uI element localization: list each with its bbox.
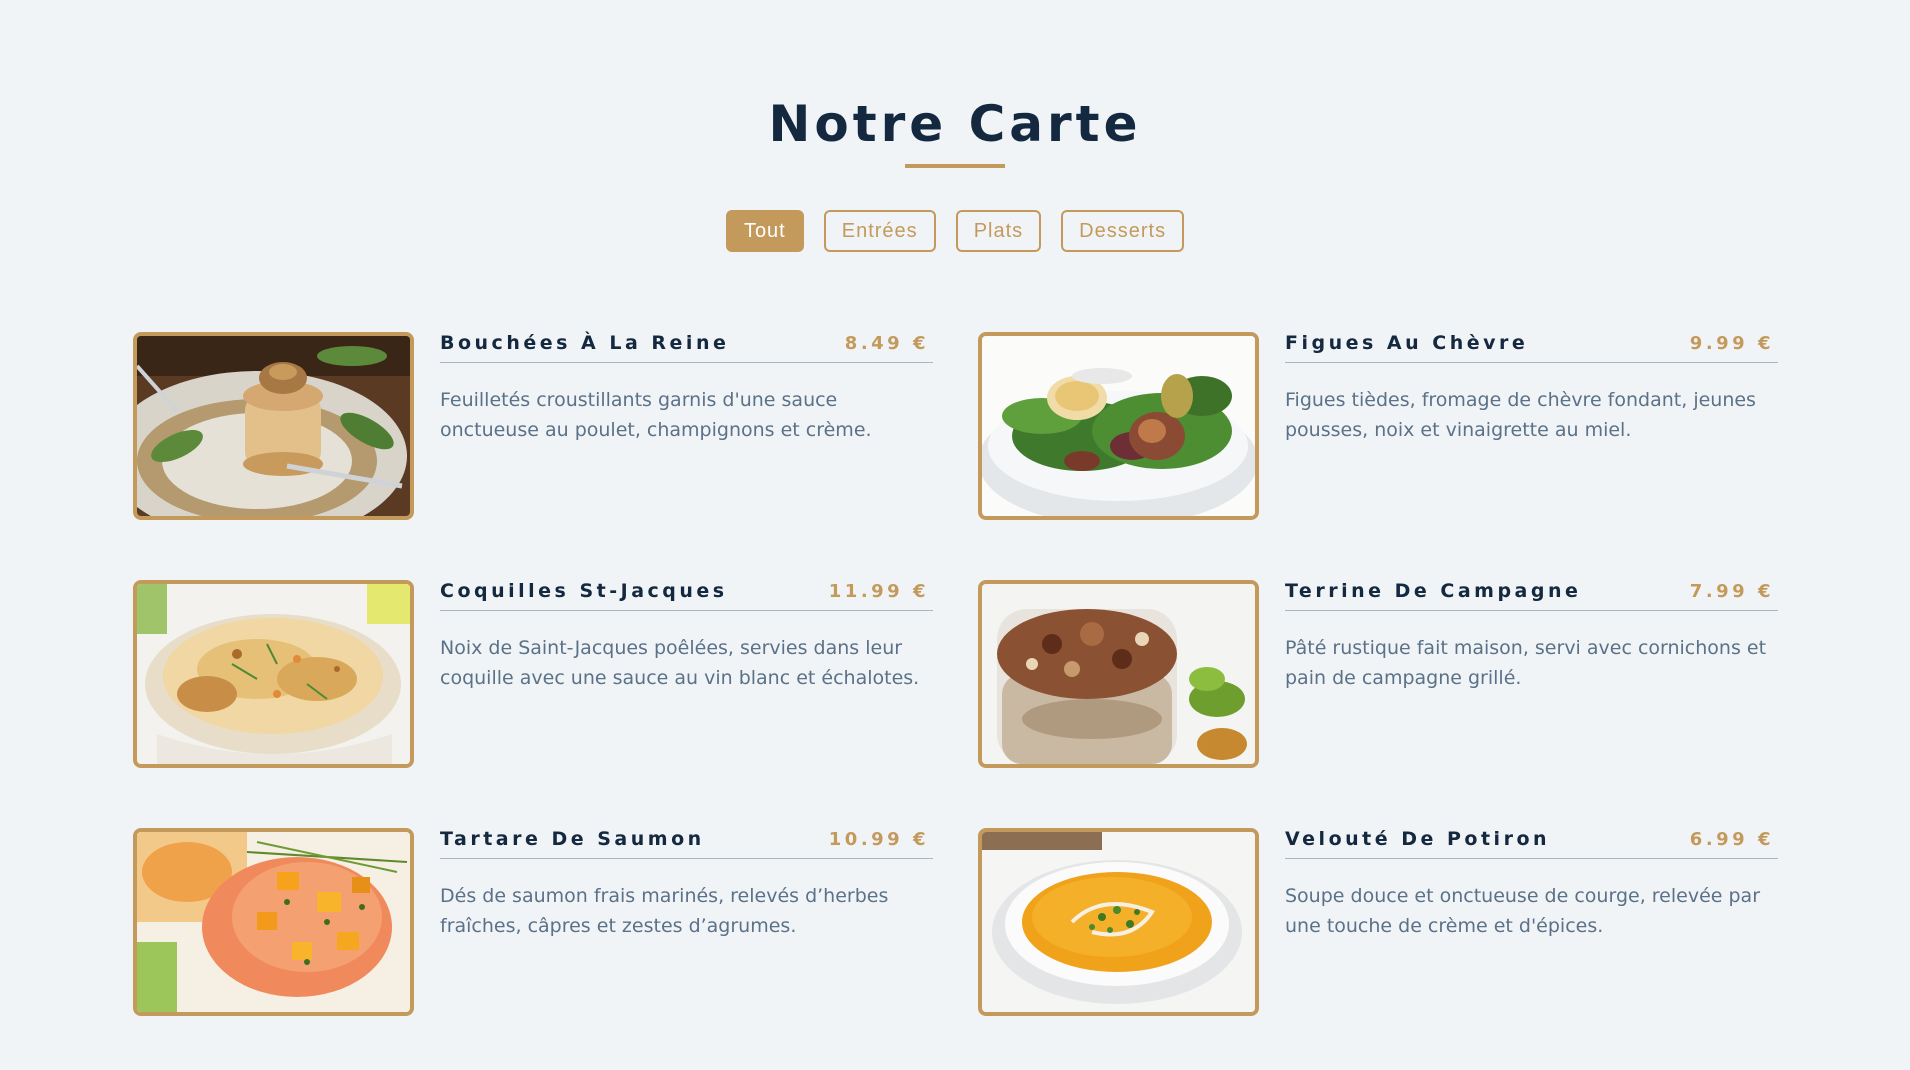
filter-entrees-button[interactable]: Entrées (823, 210, 936, 252)
menu-item-name: Bouchées À La Reine (440, 332, 730, 354)
menu-item-header: Figues Au Chèvre 9.99 € (1285, 332, 1778, 363)
menu-item[interactable]: Terrine De Campagne 7.99 € Pâté rustique… (978, 580, 1778, 768)
menu-item-header: Bouchées À La Reine 8.49 € (440, 332, 933, 363)
menu-grid: Bouchées À La Reine 8.49 € Feuilletés cr… (133, 332, 1778, 1016)
vol-au-vent-photo[interactable] (133, 332, 414, 520)
menu-item[interactable]: Coquilles St-Jacques 11.99 € Noix de Sai… (133, 580, 933, 768)
menu-item-description: Soupe douce et onctueuse de courge, rele… (1285, 885, 1760, 937)
menu-item[interactable]: Velouté De Potiron 6.99 € Soupe douce et… (978, 828, 1778, 1016)
menu-item-info: Tartare De Saumon 10.99 € Dés de saumon … (440, 828, 933, 1016)
menu-item-description: Pâté rustique fait maison, servi avec co… (1285, 637, 1767, 689)
title-underline (905, 164, 1005, 168)
menu-item-header: Velouté De Potiron 6.99 € (1285, 828, 1778, 859)
filter-tout-button[interactable]: Tout (725, 210, 804, 252)
menu-item-header: Tartare De Saumon 10.99 € (440, 828, 933, 859)
menu-item-price: 11.99 € (828, 581, 929, 602)
menu-item-name: Coquilles St-Jacques (440, 580, 728, 602)
menu-item-name: Terrine De Campagne (1285, 580, 1582, 602)
menu-item-description: Figues tièdes, fromage de chèvre fondant… (1285, 389, 1756, 441)
category-filters: Tout Entrées Plats Desserts (0, 210, 1910, 252)
filter-plats-button[interactable]: Plats (955, 210, 1042, 252)
salmon-tartare-photo[interactable] (133, 828, 414, 1016)
scallop-gratin-photo[interactable] (133, 580, 414, 768)
pumpkin-soup-photo[interactable] (978, 828, 1259, 1016)
menu-item-description: Noix de Saint-Jacques poêlées, servies d… (440, 637, 920, 689)
goat-cheese-salad-photo[interactable] (978, 332, 1259, 520)
menu-item[interactable]: Bouchées À La Reine 8.49 € Feuilletés cr… (133, 332, 933, 520)
menu-item-info: Coquilles St-Jacques 11.99 € Noix de Sai… (440, 580, 933, 768)
menu-item-header: Coquilles St-Jacques 11.99 € (440, 580, 933, 611)
menu-item-price: 7.99 € (1689, 581, 1774, 602)
menu-item-header: Terrine De Campagne 7.99 € (1285, 580, 1778, 611)
menu-item-description: Feuilletés croustillants garnis d'une sa… (440, 389, 872, 441)
menu-item-price: 8.49 € (844, 333, 929, 354)
menu-item-info: Figues Au Chèvre 9.99 € Figues tièdes, f… (1285, 332, 1778, 520)
menu-item-price: 6.99 € (1689, 829, 1774, 850)
menu-item-info: Bouchées À La Reine 8.49 € Feuilletés cr… (440, 332, 933, 520)
menu-item[interactable]: Figues Au Chèvre 9.99 € Figues tièdes, f… (978, 332, 1778, 520)
menu-item-name: Figues Au Chèvre (1285, 332, 1529, 354)
menu-item-info: Velouté De Potiron 6.99 € Soupe douce et… (1285, 828, 1778, 1016)
menu-item-price: 10.99 € (828, 829, 929, 850)
menu-item-name: Tartare De Saumon (440, 828, 705, 850)
menu-item[interactable]: Tartare De Saumon 10.99 € Dés de saumon … (133, 828, 933, 1016)
filter-desserts-button[interactable]: Desserts (1061, 210, 1185, 252)
terrine-jar-photo[interactable] (978, 580, 1259, 768)
menu-item-info: Terrine De Campagne 7.99 € Pâté rustique… (1285, 580, 1778, 768)
menu-item-description: Dés de saumon frais marinés, relevés d’h… (440, 885, 889, 937)
page-title: Notre Carte (768, 95, 1142, 153)
menu-item-price: 9.99 € (1689, 333, 1774, 354)
menu-item-name: Velouté De Potiron (1285, 828, 1551, 850)
